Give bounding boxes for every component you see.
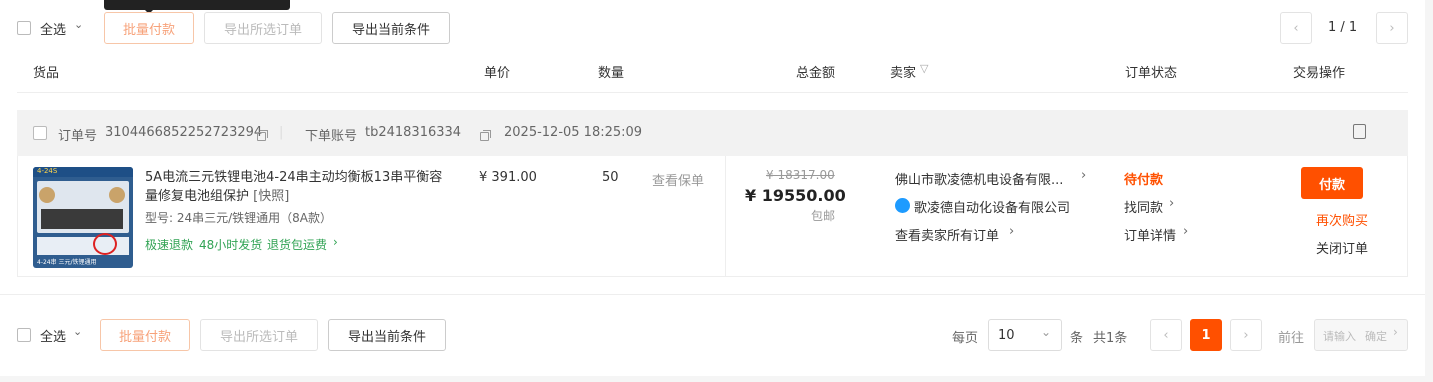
chevron-right-icon: › (1243, 327, 1249, 343)
product-thumbnail[interactable]: 4-24S 4-24串 三元/铁锂通用 (33, 167, 133, 268)
chevron-right-icon[interactable]: › (1081, 168, 1086, 183)
header-unit-price: 单价 (484, 66, 511, 81)
orders-panel: 全选 ⌄ 批量付款 导出所选订单 导出当前条件 ‹ 1 / 1 › 货品 单价 … (0, 0, 1425, 376)
chevron-down-icon: ⌄ (1041, 325, 1052, 339)
order-no-label: 订单号 (58, 129, 98, 144)
chat-icon[interactable] (895, 198, 910, 213)
order-no-value: 3104466852252723294 (105, 125, 263, 140)
quantity: 50 (602, 170, 619, 185)
tooltip (104, 0, 290, 10)
seller-name-link[interactable]: 佛山市歌凌德机电设备有限... (895, 169, 1063, 188)
divider: | (279, 125, 284, 140)
account-value: tb2418316334 (365, 125, 462, 140)
header-quantity: 数量 (598, 66, 625, 81)
view-seller-orders-link[interactable]: 查看卖家所有订单 (895, 225, 999, 244)
batch-pay-button-top[interactable]: 批量付款 (104, 12, 194, 44)
chevron-right-icon[interactable]: › (1009, 224, 1014, 239)
order-header-bar: 订单号 3104466852252723294 | 下单账号 tb2418316… (17, 110, 1408, 156)
order-total: ¥ 19550.00 (745, 186, 846, 205)
order-checkbox[interactable] (33, 126, 47, 140)
service-free-return[interactable]: 退货包运费 (267, 236, 327, 253)
pay-button[interactable]: 付款 (1301, 167, 1363, 199)
note-icon[interactable] (1353, 124, 1366, 139)
items-label: 条 (1070, 331, 1084, 346)
shipping-info: 包邮 (811, 209, 836, 223)
rebuy-link[interactable]: 再次购买 (1316, 210, 1368, 229)
header-divider (17, 92, 1408, 93)
next-page-button-bottom[interactable]: › (1230, 319, 1262, 351)
page-indicator: 1 / 1 (1328, 20, 1358, 35)
prev-page-button-bottom[interactable]: ‹ (1150, 319, 1182, 351)
total-count: 共1条 (1093, 331, 1128, 346)
chevron-left-icon: ‹ (1163, 327, 1169, 343)
find-same-link[interactable]: 找同款 (1124, 197, 1163, 216)
order-detail-link[interactable]: 订单详情 (1124, 225, 1176, 244)
select-all-label-bottom[interactable]: 全选 (40, 326, 66, 345)
header-order-status: 订单状态 (1125, 66, 1178, 81)
chevron-right-icon[interactable]: › (1183, 224, 1188, 239)
footer-divider (0, 294, 1425, 295)
goto-page-input[interactable]: 请输入 确定 › (1314, 319, 1408, 351)
copy-icon[interactable] (480, 130, 492, 141)
chevron-right-icon[interactable]: › (1169, 196, 1174, 211)
chevron-down-icon[interactable]: ⌄ (74, 18, 83, 31)
filter-icon[interactable]: ▽ (920, 62, 928, 75)
chevron-right-icon[interactable]: › (333, 235, 338, 249)
snapshot-link[interactable]: [快照] (253, 189, 289, 204)
copy-icon[interactable] (257, 130, 268, 141)
order-status: 待付款 (1124, 173, 1164, 188)
page-button-current[interactable]: 1 (1190, 319, 1222, 351)
account-label: 下单账号 (305, 129, 358, 144)
export-selected-button-bottom[interactable]: 导出所选订单 (200, 319, 318, 351)
prev-page-button-top[interactable]: ‹ (1280, 12, 1312, 44)
per-page-label: 每页 (952, 331, 979, 346)
chevron-left-icon: ‹ (1293, 20, 1299, 36)
order-datetime: 2025-12-05 18:25:09 (504, 125, 643, 140)
export-current-button-top[interactable]: 导出当前条件 (332, 12, 450, 44)
header-actions: 交易操作 (1293, 66, 1346, 81)
goto-confirm-button[interactable]: 确定 (1365, 328, 1387, 344)
select-all-checkbox-top[interactable] (17, 21, 31, 35)
product-spec: 型号: 24串三元/铁锂通用（8A款） (145, 211, 333, 225)
export-current-button-bottom[interactable]: 导出当前条件 (328, 319, 446, 351)
chevron-down-icon[interactable]: ⌄ (73, 325, 82, 338)
service-fast-refund[interactable]: 极速退款 (145, 236, 193, 253)
goto-label: 前往 (1278, 331, 1305, 346)
unit-price: ¥ 391.00 (479, 170, 537, 185)
view-warranty-link[interactable]: 查看保单 (652, 170, 704, 189)
column-divider (725, 156, 726, 276)
batch-pay-button-bottom[interactable]: 批量付款 (100, 319, 190, 351)
chevron-right-icon: › (1389, 20, 1395, 36)
shop-name-link[interactable]: 歌凌德自动化设备有限公司 (914, 197, 1070, 216)
select-all-checkbox-bottom[interactable] (17, 328, 31, 342)
per-page-select[interactable]: 10 ⌄ (988, 319, 1062, 351)
service-48h-ship[interactable]: 48小时发货 (199, 236, 262, 253)
product-title[interactable]: 5A电流三元铁锂电池4-24串主动均衡板13串平衡容量修复电池组保护 [快照] (145, 168, 445, 206)
header-goods: 货品 (33, 66, 60, 81)
original-total: ¥ 18317.00 (766, 168, 835, 182)
next-page-button-top[interactable]: › (1376, 12, 1408, 44)
close-order-link[interactable]: 关闭订单 (1316, 238, 1368, 257)
header-total: 总金额 (796, 66, 836, 81)
select-all-label-top[interactable]: 全选 (40, 19, 66, 38)
export-selected-button-top[interactable]: 导出所选订单 (204, 12, 322, 44)
header-seller: 卖家 (890, 66, 917, 81)
chevron-right-icon: › (1393, 325, 1398, 339)
